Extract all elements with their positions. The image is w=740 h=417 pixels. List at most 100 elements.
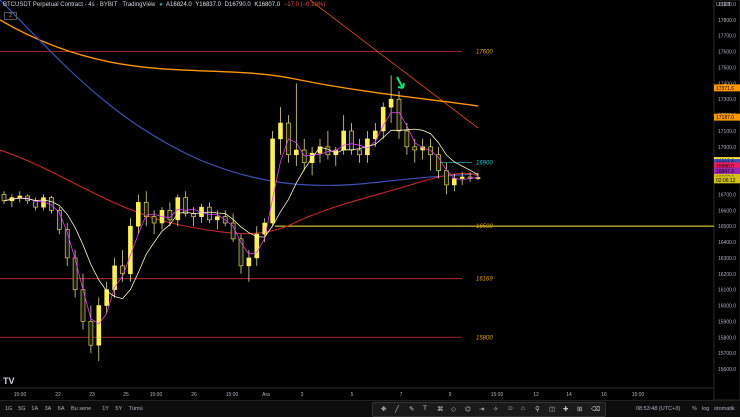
drawing-tool-icon[interactable]: ☺	[507, 405, 514, 412]
candle-body	[2, 194, 6, 200]
x-tick-label: 23	[89, 392, 95, 398]
drawing-tool-icon[interactable]: ◫	[549, 405, 555, 413]
candle-body	[113, 266, 117, 290]
candle-body	[89, 321, 93, 345]
y-tick-label: 17100.0	[718, 129, 736, 135]
y-tick-label: 15600.0	[718, 367, 736, 373]
x-tick-label: 25	[123, 392, 129, 398]
y-tick-label: 15700.0	[718, 351, 736, 357]
level-label: 16169	[476, 277, 493, 283]
drawing-toolbar: ✥ ╱ ✎ T ⌘ ◇ ⌬ ⇥ ✧ ☺ ⌂ ⚲ ◫ ✚ ⊞ ⌫	[372, 402, 606, 417]
low-value: D16790.0	[225, 2, 251, 8]
candle-body	[326, 147, 330, 155]
high-value: Y16837.0	[195, 2, 221, 8]
candle-body	[350, 131, 354, 150]
x-tick-label: 5	[351, 392, 354, 398]
close-value: K16807.0	[254, 2, 280, 8]
drawing-tool-icon[interactable]: ⌫	[591, 405, 600, 413]
candle-body	[302, 150, 306, 163]
x-tick-label: 7	[400, 392, 403, 398]
drawing-tool-icon[interactable]: ⚲	[535, 405, 540, 413]
y-tick-label: 16400.0	[718, 240, 736, 246]
change-value: −17.0 (−0.10%)	[284, 2, 325, 8]
candle-body	[452, 179, 456, 185]
candle-body	[97, 306, 101, 346]
drawing-tool-icon[interactable]: ✧	[493, 405, 498, 413]
price-badge-label: 17371.6	[716, 86, 734, 92]
x-tick-label: 26	[191, 392, 197, 398]
clock[interactable]: 08:53:48 (UTC+3)	[636, 406, 680, 412]
live-dot-icon: ●	[159, 2, 163, 8]
candle-body	[294, 150, 298, 155]
y-tick-label: 17300.0	[718, 97, 736, 103]
candle-body	[207, 207, 211, 220]
auto-scale-toggle[interactable]: otomatik	[714, 406, 735, 412]
candle-body	[73, 258, 77, 290]
price-chart[interactable]: 17900.017800.017700.017600.017500.017400…	[0, 0, 740, 400]
candle-body	[373, 131, 377, 139]
candle-body	[128, 226, 132, 274]
timeframe-button[interactable]: Bu sene	[71, 406, 91, 412]
x-tick-label: Ara	[262, 392, 270, 398]
x-tick-label: 15:00	[226, 392, 239, 398]
timeframe-button[interactable]: 3A	[45, 406, 52, 412]
candle-body	[444, 171, 448, 185]
x-tick-label: 9	[449, 392, 452, 398]
price-badge-label: 02:06:12	[716, 178, 736, 184]
candle-body	[279, 123, 283, 139]
timeframe-button[interactable]: 1G	[5, 406, 12, 412]
y-tick-label: 16100.0	[718, 288, 736, 294]
candle-body	[136, 202, 140, 226]
candle-body	[215, 217, 219, 220]
timeframe-button[interactable]: 5G	[18, 406, 25, 412]
symbol-title[interactable]: BTCUSDT Perpetual Contract · 4s · BYBIT …	[3, 2, 155, 8]
candle-body	[342, 131, 346, 150]
y-tick-label: 17000.0	[718, 145, 736, 151]
level-label: 17600	[476, 50, 493, 56]
chart-header: BTCUSDT Perpetual Contract · 4s · BYBIT …	[3, 2, 327, 8]
drawing-tool-icon[interactable]: T	[423, 405, 427, 412]
timeframe-button[interactable]: 5Y	[115, 406, 122, 412]
price-badge-label: 17187.0	[716, 115, 734, 121]
drawing-tool-icon[interactable]: ⌬	[465, 405, 471, 413]
x-tick-label: 15:00	[491, 392, 504, 398]
y-tick-label: 17500.0	[718, 65, 736, 71]
drawing-tool-icon[interactable]: ◇	[451, 405, 456, 413]
drawing-tool-icon[interactable]: ⇥	[479, 405, 484, 413]
drawing-tool-icon[interactable]: ✚	[563, 405, 568, 413]
candle-body	[381, 107, 385, 131]
candle-body	[255, 234, 259, 258]
candle-body	[184, 198, 188, 214]
ma-line-blue	[0, 0, 478, 185]
x-tick-label: 15:00	[14, 392, 27, 398]
currency-label[interactable]: USDT	[716, 2, 731, 8]
y-tick-label: 16000.0	[718, 304, 736, 310]
y-tick-label: 16200.0	[718, 272, 736, 278]
x-tick-label: 3	[301, 392, 304, 398]
candle-body	[247, 258, 251, 266]
drawing-tool-icon[interactable]: ✥	[381, 405, 386, 413]
ma-line-orange	[0, 20, 478, 106]
y-tick-label: 16500.0	[718, 224, 736, 230]
timeframe-button[interactable]: Tümü	[129, 406, 143, 412]
y-tick-label: 17600.0	[718, 50, 736, 56]
candle-body	[49, 198, 53, 211]
drawing-tool-icon[interactable]: ⌂	[521, 405, 525, 412]
x-tick-label: 14	[566, 392, 572, 398]
y-tick-label: 17700.0	[718, 34, 736, 40]
timeframe-button[interactable]: 1A	[31, 406, 38, 412]
percent-toggle[interactable]: %	[692, 406, 697, 412]
candle-body	[152, 217, 156, 223]
x-tick-label: 12	[533, 392, 539, 398]
drawing-tool-icon[interactable]: ╱	[395, 405, 399, 413]
drawing-tool-icon[interactable]: ⌘	[437, 405, 444, 413]
collapse-indicators-button[interactable]: 2	[4, 12, 17, 20]
level-label: 16900	[476, 161, 493, 167]
log-toggle[interactable]: log	[702, 406, 709, 412]
tradingview-logo[interactable]: TV	[3, 376, 15, 386]
drawing-tool-icon[interactable]: ✎	[409, 405, 414, 413]
drawing-tool-icon[interactable]: ⊞	[577, 405, 582, 413]
timeframe-button[interactable]: 1Y	[102, 406, 109, 412]
timeframe-button[interactable]: 6A	[58, 406, 65, 412]
candle-body	[176, 198, 180, 220]
